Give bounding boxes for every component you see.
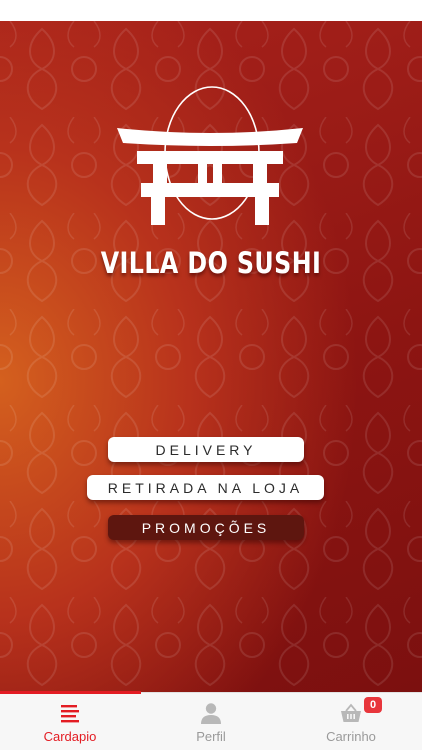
- hero-background: VILLA DO SUSHI: [0, 21, 422, 692]
- tab-perfil[interactable]: Perfil: [141, 693, 281, 750]
- tab-cardapio[interactable]: Cardapio: [0, 693, 140, 750]
- status-bar: [0, 0, 422, 21]
- cart-count-badge: 0: [364, 697, 382, 713]
- tab-label: Carrinho: [326, 729, 376, 744]
- basket-icon: [341, 703, 361, 722]
- tab-carrinho[interactable]: 0 Carrinho: [281, 693, 421, 750]
- retirada-na-loja-button[interactable]: RETIRADA NA LOJA: [87, 475, 324, 500]
- delivery-button[interactable]: DELIVERY: [108, 437, 304, 462]
- torii-gate-icon: [117, 86, 303, 225]
- tab-label: Perfil: [196, 729, 226, 744]
- brand-name: VILLA DO SUSHI: [100, 246, 322, 280]
- menu-list-icon: [61, 705, 79, 723]
- user-icon: [201, 703, 221, 724]
- tab-label: Cardapio: [43, 729, 97, 744]
- tab-bar: Cardapio Perfil 0 Carrinho: [0, 691, 422, 750]
- promocoes-button[interactable]: PROMOÇÕES: [108, 515, 304, 540]
